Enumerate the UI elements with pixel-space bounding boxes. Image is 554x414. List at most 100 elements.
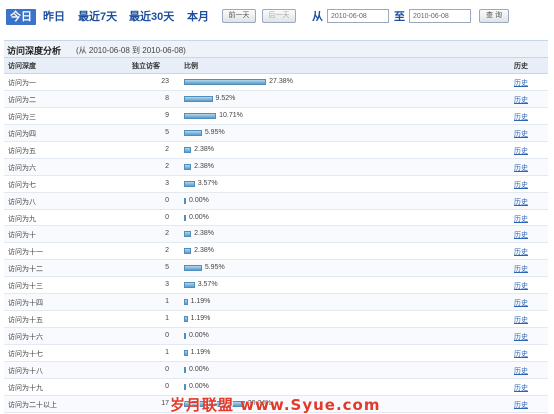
depth-label: 访问为七: [8, 181, 36, 189]
tab-last-7-days[interactable]: 最近7天: [78, 9, 117, 25]
history-link[interactable]: 历史: [514, 247, 528, 257]
date-range-text: (从 2010-06-08 到 2010-06-08): [76, 46, 186, 55]
visitor-count: 2: [165, 247, 169, 255]
ratio-cell: 5.95%: [184, 264, 484, 273]
ratio-cell: 1.19%: [184, 349, 484, 358]
history-link[interactable]: 历史: [514, 146, 528, 156]
header-count: 独立访客: [132, 63, 160, 70]
table-row: 访问为五 2 2.38% 历史: [4, 141, 548, 159]
history-link[interactable]: 历史: [514, 383, 528, 393]
visitor-count: 1: [165, 349, 169, 356]
history-link[interactable]: 历史: [514, 281, 528, 291]
ratio-cell: 1.19%: [184, 315, 484, 324]
ratio-cell: 10.71%: [184, 112, 484, 121]
ratio-bar: [184, 333, 186, 340]
table-row: 访问为三 9 10.71% 历史: [4, 107, 548, 125]
ratio-percent: 0.00%: [189, 382, 209, 390]
history-link[interactable]: 历史: [514, 163, 528, 173]
history-link[interactable]: 历史: [514, 315, 528, 325]
table-row: 访问为十六 0 0.00% 历史: [4, 328, 548, 345]
ratio-percent: 1.19%: [190, 349, 211, 356]
history-link[interactable]: 历史: [514, 264, 528, 274]
history-link[interactable]: 历史: [514, 180, 528, 190]
depth-label: 访问为二十以上: [8, 401, 57, 409]
header-ratio: 比例: [184, 63, 198, 70]
table-row: 访问为八 0 0.00% 历史: [4, 192, 548, 210]
from-label: 从: [312, 11, 323, 23]
ratio-percent: 2.38%: [194, 230, 214, 238]
tab-last-30-days[interactable]: 最近30天: [129, 9, 174, 25]
table-row: 访问为十八 0 0.00% 历史: [4, 361, 548, 379]
history-link[interactable]: 历史: [514, 214, 528, 224]
ratio-bar: [184, 248, 192, 255]
ratio-percent: 2.38%: [194, 162, 214, 170]
prev-day-button[interactable]: 前一天: [222, 9, 256, 23]
ratio-cell: 3.57%: [184, 180, 484, 189]
header-history: 历史: [514, 63, 528, 70]
ratio-bar: [184, 180, 195, 187]
table-row: 访问为二 8 9.52% 历史: [4, 90, 548, 108]
visitor-count: 1: [165, 315, 169, 323]
history-link[interactable]: 历史: [514, 129, 528, 139]
table-row: 访问为十 2 2.38% 历史: [4, 226, 548, 244]
visitor-count: 0: [165, 332, 169, 340]
tab-today[interactable]: 今日: [6, 9, 36, 25]
visitor-count: 3: [165, 281, 169, 289]
depth-label: 访问为四: [8, 130, 36, 138]
history-link[interactable]: 历史: [514, 230, 528, 240]
date-toolbar: 今日 昨日 最近7天 最近30天 本月 前一天 后一天 从 至 查 询: [0, 0, 554, 32]
visitor-count: 5: [165, 128, 169, 136]
ratio-cell: 1.19%: [184, 298, 484, 307]
section-header: 访问深度分析 (从 2010-06-08 到 2010-06-08): [4, 40, 548, 58]
query-button[interactable]: 查 询: [479, 9, 509, 23]
ratio-bar: [184, 214, 186, 221]
next-day-button[interactable]: 后一天: [262, 9, 296, 23]
start-date-input[interactable]: [327, 9, 389, 23]
depth-label: 访问为一: [8, 80, 36, 87]
tab-yesterday[interactable]: 昨日: [43, 9, 65, 25]
history-link[interactable]: 历史: [514, 95, 528, 105]
depth-label: 访问为十三: [8, 283, 43, 291]
ratio-bar: [184, 299, 188, 306]
table-row: 访问为六 2 2.38% 历史: [4, 158, 548, 176]
ratio-bar: [184, 350, 188, 356]
ratio-bar: [184, 316, 188, 323]
ratio-cell: 2.38%: [184, 163, 484, 172]
section-title: 访问深度分析: [7, 46, 62, 56]
table-row: 访问为十一 2 2.38% 历史: [4, 243, 548, 261]
ratio-bar: [184, 197, 186, 204]
ratio-percent: 9.52%: [215, 94, 236, 102]
history-link[interactable]: 历史: [514, 78, 528, 88]
history-link[interactable]: 历史: [514, 349, 528, 359]
ratio-cell: 2.38%: [184, 146, 484, 155]
table-row: 访问为一 23 27.38% 历史: [4, 74, 548, 91]
end-date-input[interactable]: [409, 9, 471, 23]
visitor-count: 23: [161, 78, 169, 85]
depth-label: 访问为五: [8, 147, 36, 155]
ratio-percent: 27.38%: [269, 78, 293, 85]
history-link[interactable]: 历史: [514, 366, 528, 376]
tab-this-month[interactable]: 本月: [187, 9, 209, 25]
table-row: 访问为七 3 3.57% 历史: [4, 175, 548, 193]
table-row: 访问为十七 1 1.19% 历史: [4, 345, 548, 362]
ratio-percent: 0.00%: [189, 365, 209, 373]
depth-label: 访问为九: [8, 215, 36, 223]
history-link[interactable]: 历史: [514, 332, 528, 342]
history-link[interactable]: 历史: [514, 400, 528, 410]
history-link[interactable]: 历史: [514, 298, 528, 308]
depth-label: 访问为二: [8, 96, 36, 104]
depth-label: 访问为十二: [8, 266, 43, 274]
ratio-bar: [184, 383, 186, 390]
history-link[interactable]: 历史: [514, 197, 528, 207]
ratio-cell: 9.52%: [184, 95, 484, 104]
to-label: 至: [394, 11, 405, 23]
ratio-cell: 27.38%: [184, 78, 484, 87]
depth-label: 访问为十四: [8, 300, 43, 308]
ratio-bar: [184, 282, 195, 289]
ratio-cell: 5.95%: [184, 129, 484, 138]
depth-label: 访问为十五: [8, 317, 43, 325]
ratio-percent: 5.95%: [204, 128, 225, 136]
header-depth: 访问深度: [8, 63, 36, 70]
history-link[interactable]: 历史: [514, 112, 528, 122]
ratio-bar: [184, 129, 202, 136]
